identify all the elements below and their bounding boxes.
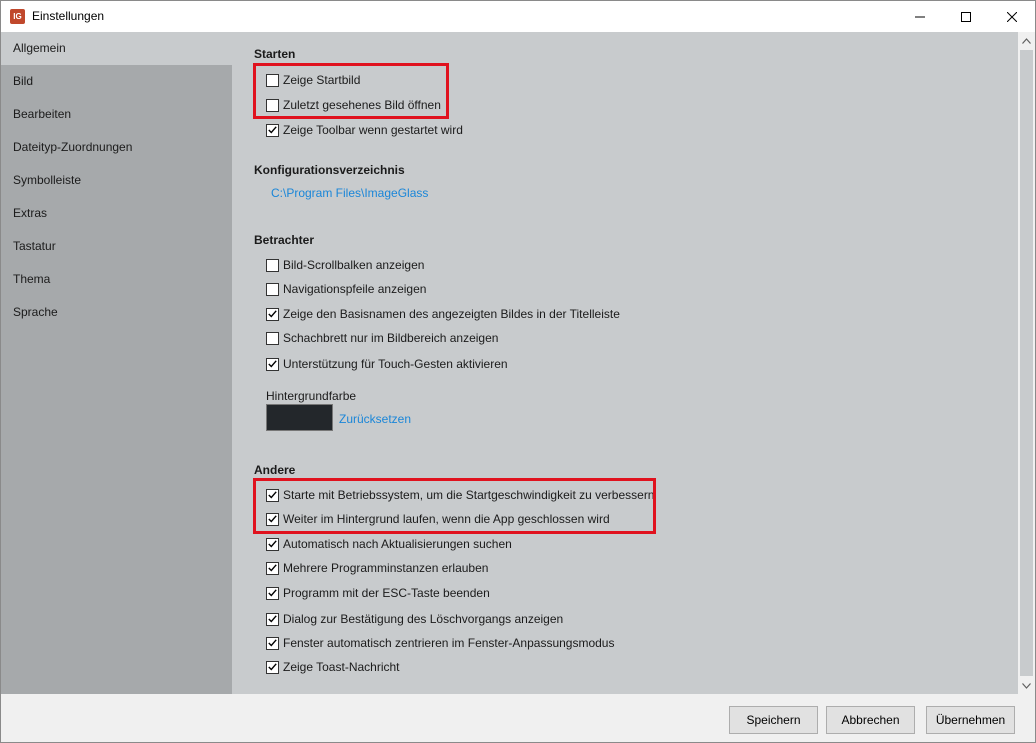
- option-schachbrett[interactable]: Schachbrett nur im Bildbereich anzeigen: [266, 330, 498, 346]
- scroll-up-button[interactable]: [1018, 32, 1035, 49]
- option-touch-gesten[interactable]: Unterstützung für Touch-Gesten aktiviere…: [266, 356, 508, 372]
- sidebar-item-extras[interactable]: Extras: [1, 197, 232, 230]
- save-button[interactable]: Speichern: [729, 706, 818, 734]
- sidebar-item-bild[interactable]: Bild: [1, 65, 232, 98]
- checkmark-icon: [268, 615, 277, 623]
- option-label: Automatisch nach Aktualisierungen suchen: [283, 537, 512, 551]
- window-title: Einstellungen: [32, 9, 105, 23]
- chevron-up-icon: [1022, 37, 1031, 44]
- close-button[interactable]: [989, 1, 1035, 32]
- checkmark-icon: [268, 360, 277, 368]
- sidebar-item-tastatur[interactable]: Tastatur: [1, 230, 232, 263]
- scroll-down-button[interactable]: [1018, 677, 1035, 694]
- option-fenster-zentrieren[interactable]: Fenster automatisch zentrieren im Fenste…: [266, 635, 614, 651]
- chevron-down-icon: [1022, 682, 1031, 689]
- sidebar-item-symbolleiste[interactable]: Symbolleiste: [1, 164, 232, 197]
- section-title-starten: Starten: [254, 47, 296, 61]
- checkbox-checked[interactable]: [266, 307, 279, 321]
- option-label: Programm mit der ESC-Taste beenden: [283, 586, 490, 600]
- sidebar-item-sprache[interactable]: Sprache: [1, 296, 232, 329]
- highlight-box-starten: [253, 63, 449, 119]
- checkbox-checked[interactable]: [266, 586, 279, 600]
- option-zeige-toolbar[interactable]: Zeige Toolbar wenn gestartet wird: [266, 122, 463, 138]
- option-label: Dialog zur Bestätigung des Löschvorgangs…: [283, 612, 564, 626]
- checkmark-icon: [268, 310, 277, 318]
- checkmark-icon: [268, 564, 277, 572]
- option-label: Unterstützung für Touch-Gesten aktiviere…: [283, 357, 508, 371]
- minimize-icon: [915, 16, 925, 17]
- vertical-scrollbar[interactable]: [1018, 32, 1035, 694]
- option-label: Mehrere Programminstanzen erlauben: [283, 561, 489, 575]
- option-label: Fenster automatisch zentrieren im Fenste…: [283, 636, 615, 650]
- checkmark-icon: [268, 639, 277, 647]
- option-label: Navigationspfeile anzeigen: [283, 282, 427, 296]
- checkmark-icon: [268, 126, 277, 134]
- checkbox-checked[interactable]: [266, 612, 279, 626]
- option-toast-nachricht[interactable]: Zeige Toast-Nachricht: [266, 659, 400, 675]
- option-label: Zeige den Basisnamen des angezeigten Bil…: [283, 307, 620, 321]
- sidebar-nav: Allgemein Bild Bearbeiten Dateityp-Zuord…: [1, 32, 232, 694]
- checkbox-checked[interactable]: [266, 357, 279, 371]
- checkbox-unchecked[interactable]: [266, 258, 279, 272]
- background-color-label: Hintergrundfarbe: [266, 389, 357, 403]
- option-esc-beenden[interactable]: Programm mit der ESC-Taste beenden: [266, 585, 490, 601]
- option-loeschbestaetigung[interactable]: Dialog zur Bestätigung des Löschvorgangs…: [266, 611, 563, 627]
- apply-button[interactable]: Übernehmen: [926, 706, 1015, 734]
- maximize-icon: [961, 11, 971, 22]
- app-logo-icon: IG: [10, 9, 25, 24]
- cancel-button[interactable]: Abbrechen: [826, 706, 915, 734]
- option-label: Schachbrett nur im Bildbereich anzeigen: [283, 331, 499, 345]
- checkbox-unchecked[interactable]: [266, 331, 279, 345]
- option-bild-scrollbalken[interactable]: Bild-Scrollbalken anzeigen: [266, 257, 424, 273]
- section-title-betrachter: Betrachter: [254, 233, 315, 247]
- close-icon: [1007, 11, 1017, 22]
- checkmark-icon: [268, 589, 277, 597]
- option-mehrere-instanzen[interactable]: Mehrere Programminstanzen erlauben: [266, 560, 488, 576]
- checkbox-checked[interactable]: [266, 660, 279, 674]
- scrollbar-thumb[interactable]: [1020, 50, 1033, 676]
- option-label: Zeige Toast-Nachricht: [283, 660, 400, 674]
- section-title-konfigurationsverzeichnis: Konfigurationsverzeichnis: [254, 163, 405, 177]
- option-aktualisierungen[interactable]: Automatisch nach Aktualisierungen suchen: [266, 536, 512, 552]
- section-title-andere: Andere: [254, 463, 296, 477]
- sidebar-item-thema[interactable]: Thema: [1, 263, 232, 296]
- checkbox-checked[interactable]: [266, 123, 279, 137]
- reset-background-link[interactable]: Zurücksetzen: [339, 412, 411, 426]
- option-label: Bild-Scrollbalken anzeigen: [283, 258, 425, 272]
- checkbox-unchecked[interactable]: [266, 282, 279, 296]
- option-label: Zeige Toolbar wenn gestartet wird: [283, 123, 463, 137]
- maximize-button[interactable]: [943, 1, 989, 32]
- minimize-button[interactable]: [897, 1, 943, 32]
- highlight-box-andere: [253, 478, 656, 534]
- title-bar[interactable]: IG Einstellungen: [1, 1, 1035, 32]
- sidebar-item-allgemein[interactable]: Allgemein: [1, 32, 232, 65]
- settings-window: IG Einstellungen Allgemein Bild Bearbeit…: [0, 0, 1036, 743]
- checkbox-checked[interactable]: [266, 561, 279, 575]
- option-navigationspfeile[interactable]: Navigationspfeile anzeigen: [266, 281, 426, 297]
- checkbox-checked[interactable]: [266, 537, 279, 551]
- config-path-link[interactable]: C:\Program Files\ImageGlass: [271, 186, 428, 200]
- checkbox-checked[interactable]: [266, 636, 279, 650]
- checkmark-icon: [268, 540, 277, 548]
- sidebar-item-bearbeiten[interactable]: Bearbeiten: [1, 98, 232, 131]
- sidebar-item-dateityp-zuordnungen[interactable]: Dateityp-Zuordnungen: [1, 131, 232, 164]
- option-basisname-titelleiste[interactable]: Zeige den Basisnamen des angezeigten Bil…: [266, 306, 620, 322]
- background-color-swatch[interactable]: [266, 404, 333, 431]
- checkmark-icon: [268, 663, 277, 671]
